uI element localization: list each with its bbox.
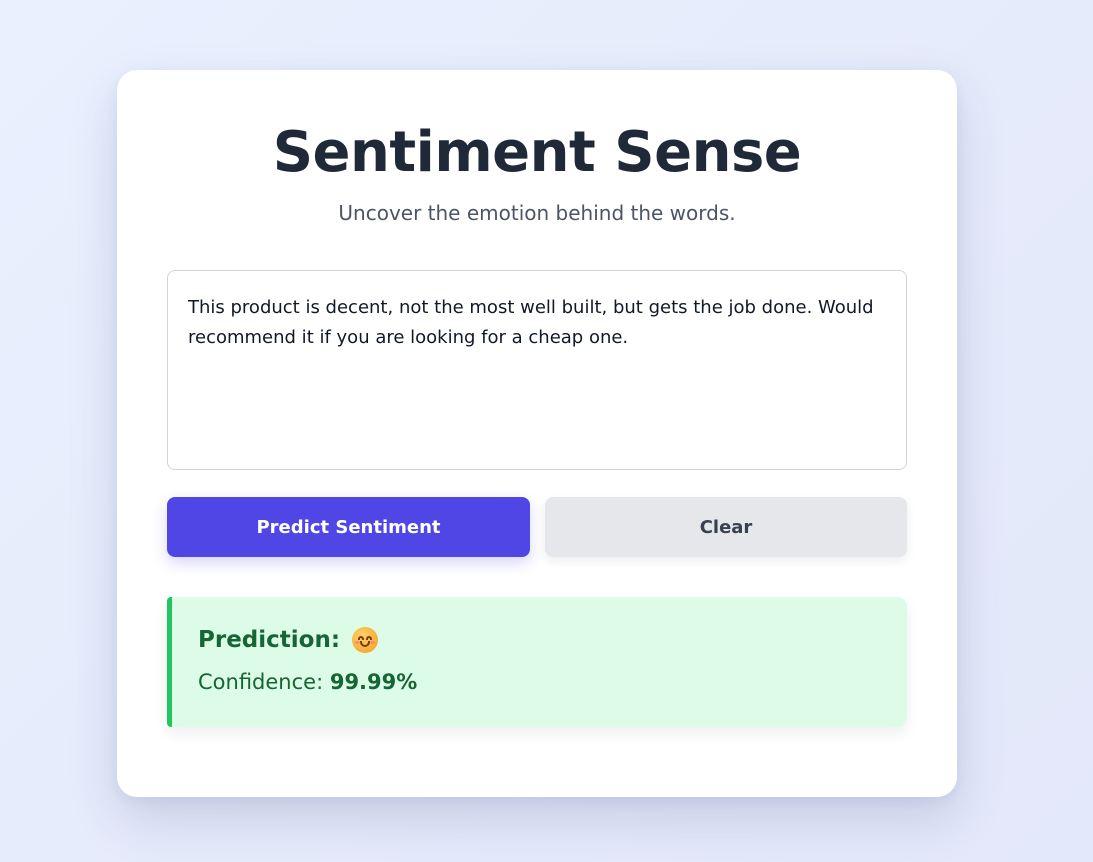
prediction-label: Prediction: [198, 627, 341, 653]
sentiment-card: Sentiment Sense Uncover the emotion behi… [117, 70, 957, 797]
page-title: Sentiment Sense [272, 120, 802, 185]
text-input[interactable]: This product is decent, not the most wel… [167, 270, 907, 470]
prediction-line: Prediction: [198, 623, 907, 657]
confidence-line: Confidence: 99.99% [198, 667, 907, 697]
confidence-label: Confidence: [198, 670, 330, 694]
confidence-value: 99.99% [329, 670, 418, 694]
predict-sentiment-button[interactable]: Predict Sentiment [167, 497, 530, 557]
result-panel: Prediction: Confidence: 99.99% [167, 597, 907, 727]
page-subtitle: Uncover the emotion behind the words. [338, 201, 736, 225]
smiling-face-icon [352, 627, 379, 653]
clear-button[interactable]: Clear [545, 497, 907, 557]
